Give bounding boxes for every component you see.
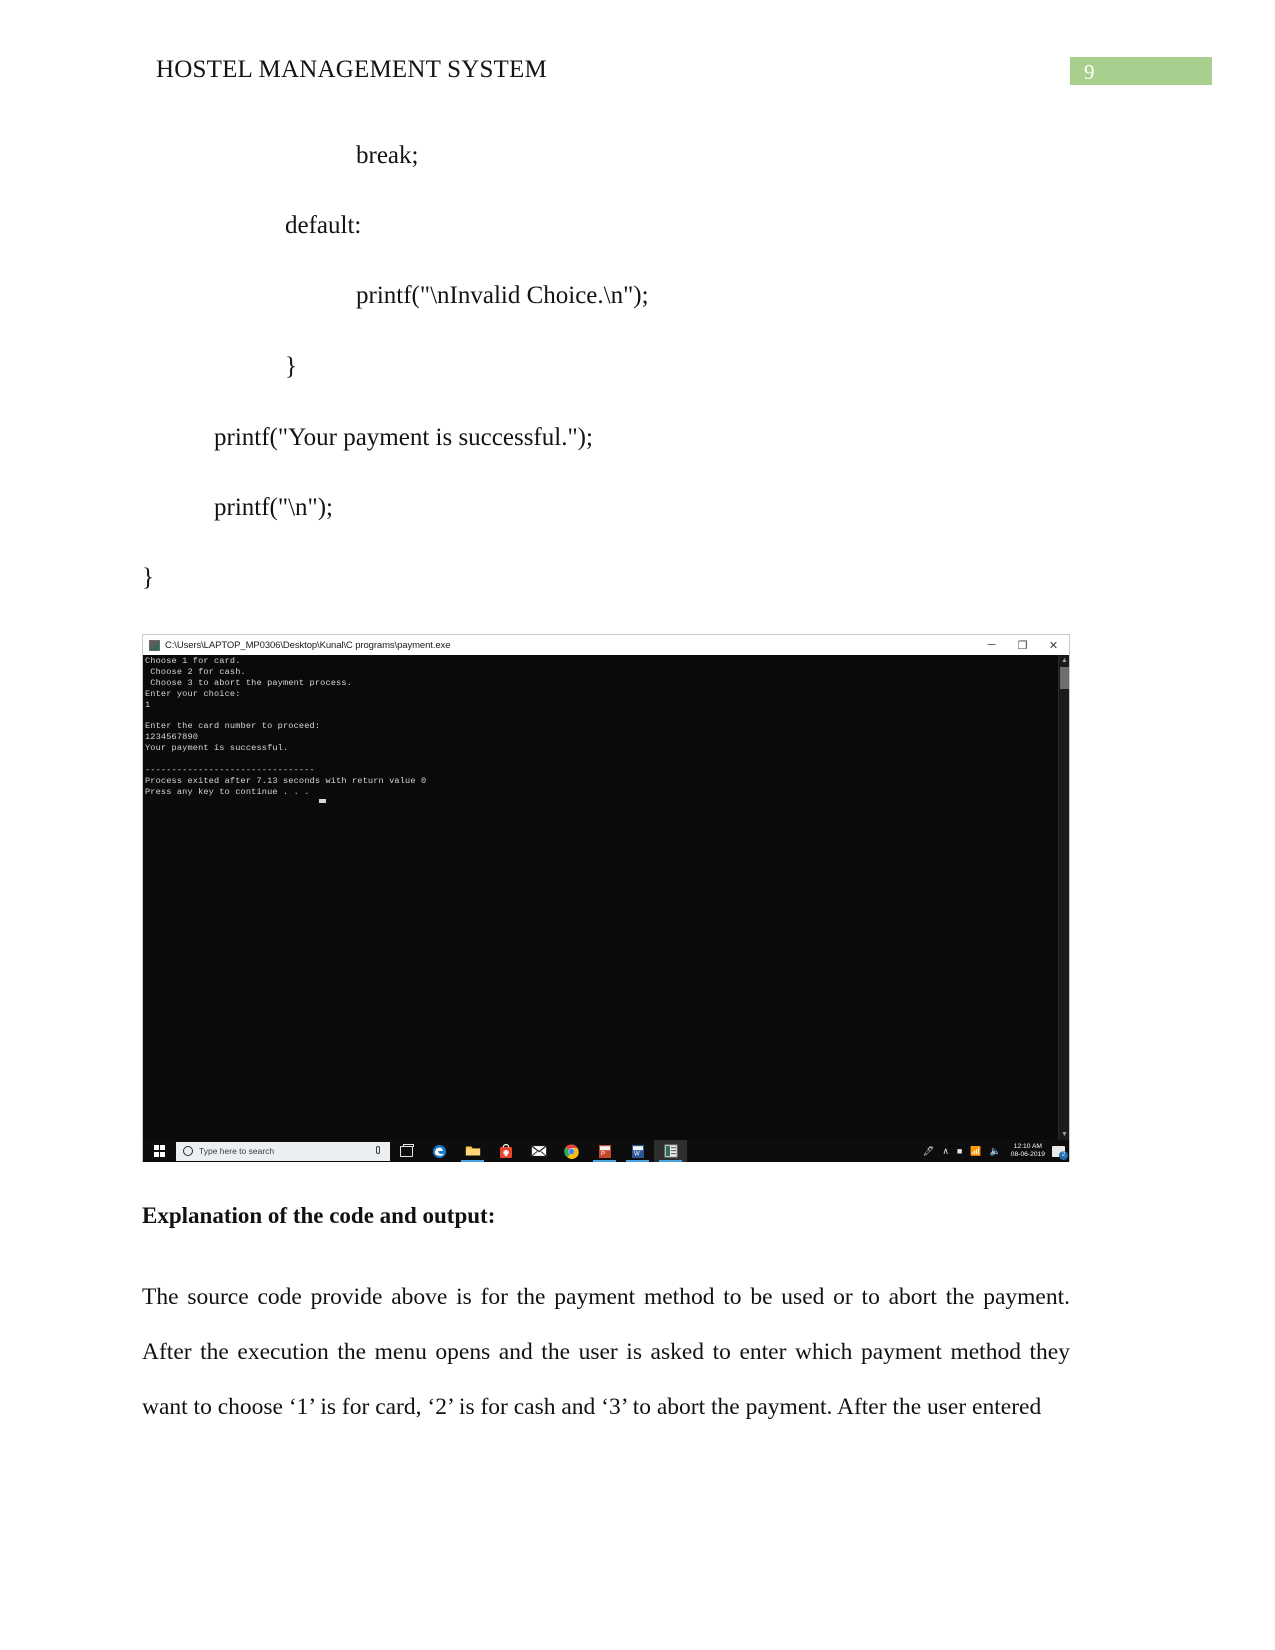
sidebar-item-edge[interactable] — [423, 1140, 456, 1162]
page-title: HOSTEL MANAGEMENT SYSTEM — [156, 56, 547, 83]
explanation-paragraph: The source code provide above is for the… — [142, 1284, 1070, 1420]
task-view-icon — [400, 1143, 414, 1157]
volume-icon[interactable]: 🔈 — [990, 1146, 1001, 1156]
code-line: printf("\nInvalid Choice.\n"); — [356, 282, 649, 309]
network-icon[interactable]: 📶 — [970, 1146, 981, 1156]
console-app-icon — [149, 639, 160, 651]
scrollbar-thumb[interactable] — [1060, 667, 1069, 689]
sidebar-item-mail[interactable] — [522, 1140, 555, 1162]
powerpoint-icon: P — [598, 1144, 611, 1158]
code-line: printf("Your payment is successful."); — [214, 424, 593, 451]
taskbar-search-input[interactable]: Type here to search — [176, 1141, 390, 1161]
console-title-bar: C:\Users\LAPTOP_MP0306\Desktop\Kunal\C p… — [143, 635, 1069, 655]
clock-date: 08-06-2019 — [1010, 1151, 1045, 1158]
sidebar-item-payment-exe[interactable] — [654, 1140, 687, 1162]
sidebar-item-chrome[interactable] — [555, 1140, 588, 1162]
sidebar-item-powerpoint[interactable]: P — [588, 1140, 621, 1162]
system-tray: 🖊 ∧ ■ 📶 🔈 12:10 AM 08-06-2019 2 — [919, 1140, 1069, 1162]
console-scrollbar[interactable]: ▲ ▼ — [1058, 655, 1069, 1140]
code-line: printf("\n"); — [214, 494, 333, 521]
code-line: } — [142, 564, 154, 591]
page-number-badge: 9 — [1070, 57, 1212, 85]
console-screenshot: C:\Users\LAPTOP_MP0306\Desktop\Kunal\C p… — [142, 634, 1070, 1162]
start-button[interactable] — [143, 1140, 176, 1162]
running-indicator — [626, 1160, 649, 1162]
chevron-up-icon[interactable]: ∧ — [942, 1146, 949, 1156]
maximize-button[interactable]: ❐ — [1007, 635, 1038, 655]
console-title-text: C:\Users\LAPTOP_MP0306\Desktop\Kunal\C p… — [165, 639, 451, 651]
sidebar-item-microsoft-store[interactable] — [489, 1140, 522, 1162]
window-buttons: ─ ❐ ✕ — [976, 635, 1069, 655]
chrome-icon — [564, 1144, 579, 1159]
notification-center-icon[interactable]: 2 — [1052, 1145, 1068, 1160]
page-number-text: 9 — [1084, 60, 1095, 84]
code-line: default: — [285, 212, 362, 239]
windows-taskbar: Type here to search P W 🖊 ∧ ■ 📶 🔈 12:10 … — [143, 1140, 1069, 1162]
sidebar-item-file-explorer[interactable] — [456, 1140, 489, 1162]
console-task-icon — [664, 1144, 677, 1158]
sidebar-item-task-view[interactable] — [390, 1140, 423, 1162]
battery-icon[interactable]: ■ — [957, 1146, 962, 1156]
running-indicator — [659, 1160, 682, 1162]
cortana-circle-icon — [183, 1146, 193, 1156]
console-cursor — [319, 799, 326, 803]
microsoft-store-icon — [499, 1143, 512, 1158]
edge-icon — [432, 1144, 447, 1158]
code-line: } — [285, 353, 297, 380]
svg-text:W: W — [634, 1151, 640, 1157]
sidebar-item-word[interactable]: W — [621, 1140, 654, 1162]
file-explorer-icon — [465, 1146, 480, 1156]
clock-time: 12:10 AM — [1013, 1142, 1043, 1150]
page-header: HOSTEL MANAGEMENT SYSTEM 9 — [0, 0, 1275, 96]
taskbar-clock[interactable]: 12:10 AM 08-06-2019 — [1011, 1143, 1045, 1159]
console-output-text: Choose 1 for card. Choose 2 for cash. Ch… — [145, 656, 427, 797]
code-line: break; — [356, 142, 419, 169]
document-page: HOSTEL MANAGEMENT SYSTEM 9 break; default… — [0, 0, 1275, 1650]
windows-logo-icon — [153, 1145, 166, 1157]
console-output-area[interactable]: Choose 1 for card. Choose 2 for cash. Ch… — [143, 655, 1069, 1140]
explanation-subheading: Explanation of the code and output: — [142, 1203, 496, 1228]
running-indicator — [461, 1160, 484, 1162]
search-placeholder: Type here to search — [199, 1146, 275, 1156]
word-icon: W — [631, 1144, 644, 1158]
running-indicator — [593, 1160, 616, 1162]
close-button[interactable]: ✕ — [1038, 635, 1069, 655]
scroll-down-icon[interactable]: ▼ — [1059, 1129, 1069, 1140]
minimize-button[interactable]: ─ — [976, 635, 1007, 655]
mail-icon — [530, 1145, 547, 1157]
notification-count: 2 — [1059, 1150, 1068, 1160]
microphone-icon[interactable] — [376, 1145, 380, 1154]
scroll-up-icon[interactable]: ▲ — [1059, 655, 1069, 666]
pen-workspace-icon[interactable]: 🖊 — [923, 1146, 934, 1156]
svg-text:P: P — [601, 1151, 605, 1157]
